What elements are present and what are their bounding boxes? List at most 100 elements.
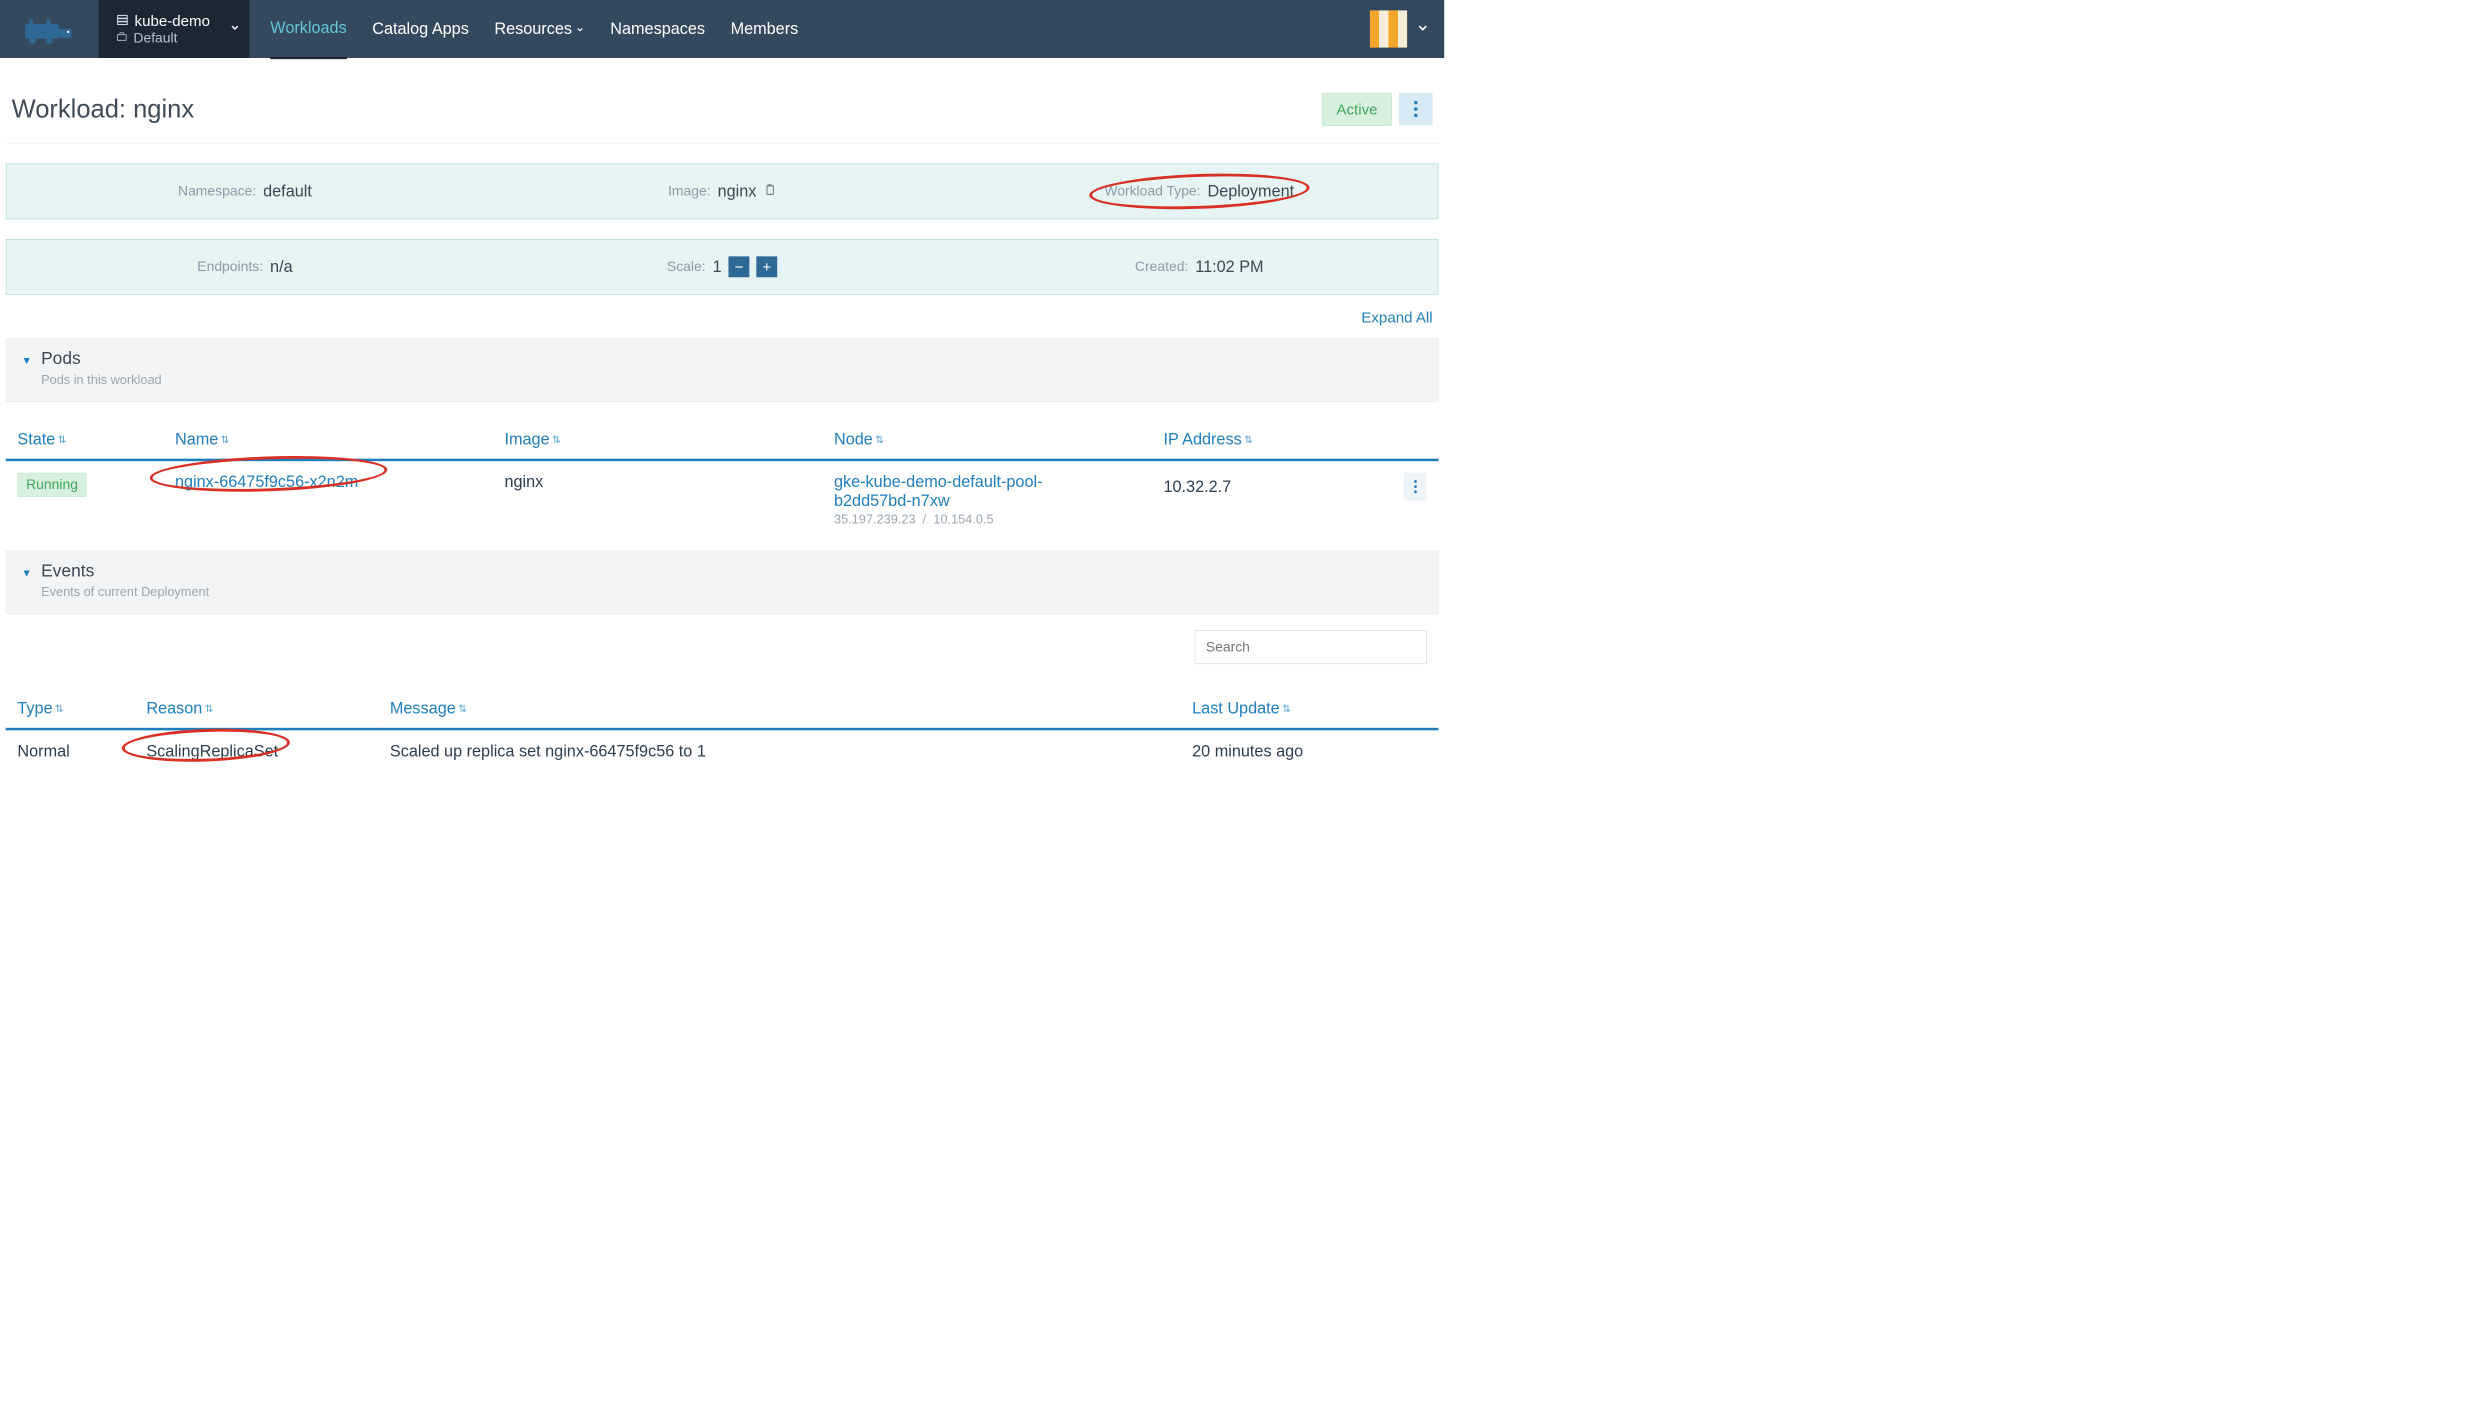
col-state[interactable]: State⇅ <box>6 423 164 460</box>
page-header: Workload: nginx Active <box>6 70 1439 144</box>
sort-icon: ⇅ <box>552 434 561 446</box>
sort-icon: ⇅ <box>875 434 884 446</box>
nav-links: Workloads Catalog Apps Resources Namespa… <box>249 0 798 58</box>
events-subtitle: Events of current Deployment <box>41 585 209 600</box>
col-ip-label: IP Address <box>1163 430 1241 448</box>
col-type-label: Type <box>17 699 52 717</box>
rancher-logo[interactable] <box>0 0 99 58</box>
pod-state-badge: Running <box>17 473 86 497</box>
col-type[interactable]: Type⇅ <box>6 692 135 729</box>
created-label: Created: <box>1135 259 1188 275</box>
pod-node-int-ip: 10.154.0.5 <box>933 512 993 527</box>
col-message[interactable]: Message⇅ <box>378 692 1180 729</box>
chevron-down-icon <box>575 20 584 38</box>
pod-name-link[interactable]: nginx-66475f9c56-x2n2m <box>175 473 358 491</box>
nav-namespaces[interactable]: Namespaces <box>610 0 705 58</box>
actions-menu-button[interactable] <box>1399 93 1433 125</box>
cow-logo-icon <box>20 15 78 44</box>
nav-catalog-apps-label: Catalog Apps <box>372 20 469 38</box>
disclose-triangle-icon[interactable]: ▼ <box>21 567 31 579</box>
scale-up-button[interactable]: + <box>756 256 777 277</box>
info-endpoints: Endpoints: n/a <box>6 258 483 277</box>
sort-icon: ⇅ <box>458 703 467 715</box>
col-reason-label: Reason <box>146 699 202 717</box>
created-value: 11:02 PM <box>1195 258 1263 277</box>
top-navbar: kube-demo Default Workloads Catalog Apps… <box>0 0 1444 58</box>
cluster-name: kube-demo <box>135 12 210 30</box>
events-section: ▼ Events Events of current Deployment Ty… <box>6 550 1439 772</box>
events-search <box>1195 630 1427 664</box>
page-title: Workload: nginx <box>12 95 195 124</box>
nav-members-label: Members <box>731 20 799 38</box>
stack-icon <box>116 12 129 30</box>
expand-all-link[interactable]: Expand All <box>1361 309 1432 326</box>
info-bar-1: Namespace: default Image: nginx Workload… <box>6 164 1439 220</box>
briefcase-icon <box>116 30 128 46</box>
sort-icon: ⇅ <box>1244 434 1253 446</box>
events-header: ▼ Events Events of current Deployment <box>6 550 1439 614</box>
info-created: Created: 11:02 PM <box>961 258 1438 277</box>
pods-header: ▼ Pods Pods in this workload <box>6 338 1439 402</box>
cluster-project-selector[interactable]: kube-demo Default <box>99 0 250 58</box>
expand-all: Expand All <box>6 309 1433 327</box>
info-bar-2: Endpoints: n/a Scale: 1 − + Created: 11:… <box>6 239 1439 295</box>
pod-row: Running nginx-66475f9c56-x2n2m nginx gke… <box>6 460 1439 539</box>
workload-type-label: Workload Type: <box>1104 183 1200 199</box>
scale-value: 1 <box>713 258 722 277</box>
col-last-update-label: Last Update <box>1192 699 1280 717</box>
endpoints-label: Endpoints: <box>197 259 263 275</box>
image-value: nginx <box>718 182 757 201</box>
scale-down-button[interactable]: − <box>729 256 750 277</box>
col-image[interactable]: Image⇅ <box>493 423 822 460</box>
project-name: Default <box>133 30 177 46</box>
sort-icon: ⇅ <box>205 703 214 715</box>
col-node-label: Node <box>834 430 873 448</box>
info-image: Image: nginx <box>484 182 961 201</box>
nav-namespaces-label: Namespaces <box>610 20 705 38</box>
pod-image: nginx <box>504 473 543 491</box>
event-type: Normal <box>17 742 69 760</box>
col-last-update[interactable]: Last Update⇅ <box>1181 692 1439 729</box>
event-last-update: 20 minutes ago <box>1192 742 1303 760</box>
col-reason[interactable]: Reason⇅ <box>135 692 379 729</box>
col-node[interactable]: Node⇅ <box>822 423 1151 460</box>
sort-icon: ⇅ <box>221 434 230 446</box>
info-scale: Scale: 1 − + <box>484 256 961 277</box>
info-namespace: Namespace: default <box>6 182 483 201</box>
col-name[interactable]: Name⇅ <box>163 423 492 460</box>
nav-members[interactable]: Members <box>731 0 799 58</box>
nav-workloads[interactable]: Workloads <box>270 0 346 59</box>
pod-node-ips: 35.197.239.23 / 10.154.0.5 <box>834 512 1140 527</box>
pod-node-link[interactable]: gke-kube-demo-default-pool-b2dd57bd-n7xw <box>834 473 1083 510</box>
user-avatar[interactable] <box>1370 10 1407 47</box>
event-row: Normal ScalingReplicaSet Scaled up repli… <box>6 729 1439 772</box>
kebab-icon <box>1413 480 1417 494</box>
info-workload-type: Workload Type: Deployment <box>961 182 1438 201</box>
col-name-label: Name <box>175 430 218 448</box>
chevron-down-icon <box>229 22 241 37</box>
namespace-label: Namespace: <box>178 183 256 199</box>
col-ip[interactable]: IP Address⇅ <box>1152 423 1439 460</box>
pod-actions-button[interactable] <box>1404 473 1427 501</box>
col-image-label: Image <box>504 430 549 448</box>
chevron-down-icon[interactable] <box>1416 21 1430 38</box>
nav-resources[interactable]: Resources <box>494 0 584 58</box>
kebab-icon <box>1413 100 1418 117</box>
col-state-label: State <box>17 430 55 448</box>
sort-icon: ⇅ <box>55 703 64 715</box>
events-title: Events <box>41 561 209 581</box>
event-reason: ScalingReplicaSet <box>146 742 278 760</box>
clipboard-icon[interactable] <box>763 182 776 201</box>
workload-type-value: Deployment <box>1208 182 1295 201</box>
pods-table: State⇅ Name⇅ Image⇅ Node⇅ IP Address⇅ Ru… <box>6 423 1439 539</box>
nav-catalog-apps[interactable]: Catalog Apps <box>372 0 469 58</box>
sort-icon: ⇅ <box>58 434 67 446</box>
nav-workloads-label: Workloads <box>270 19 346 37</box>
events-search-input[interactable] <box>1195 630 1427 664</box>
namespace-value: default <box>263 182 312 201</box>
pod-ip: 10.32.2.7 <box>1163 477 1231 496</box>
pods-section: ▼ Pods Pods in this workload State⇅ Name… <box>6 338 1439 539</box>
disclose-triangle-icon[interactable]: ▼ <box>21 355 31 367</box>
image-label: Image: <box>668 183 711 199</box>
endpoints-value: n/a <box>270 258 293 277</box>
